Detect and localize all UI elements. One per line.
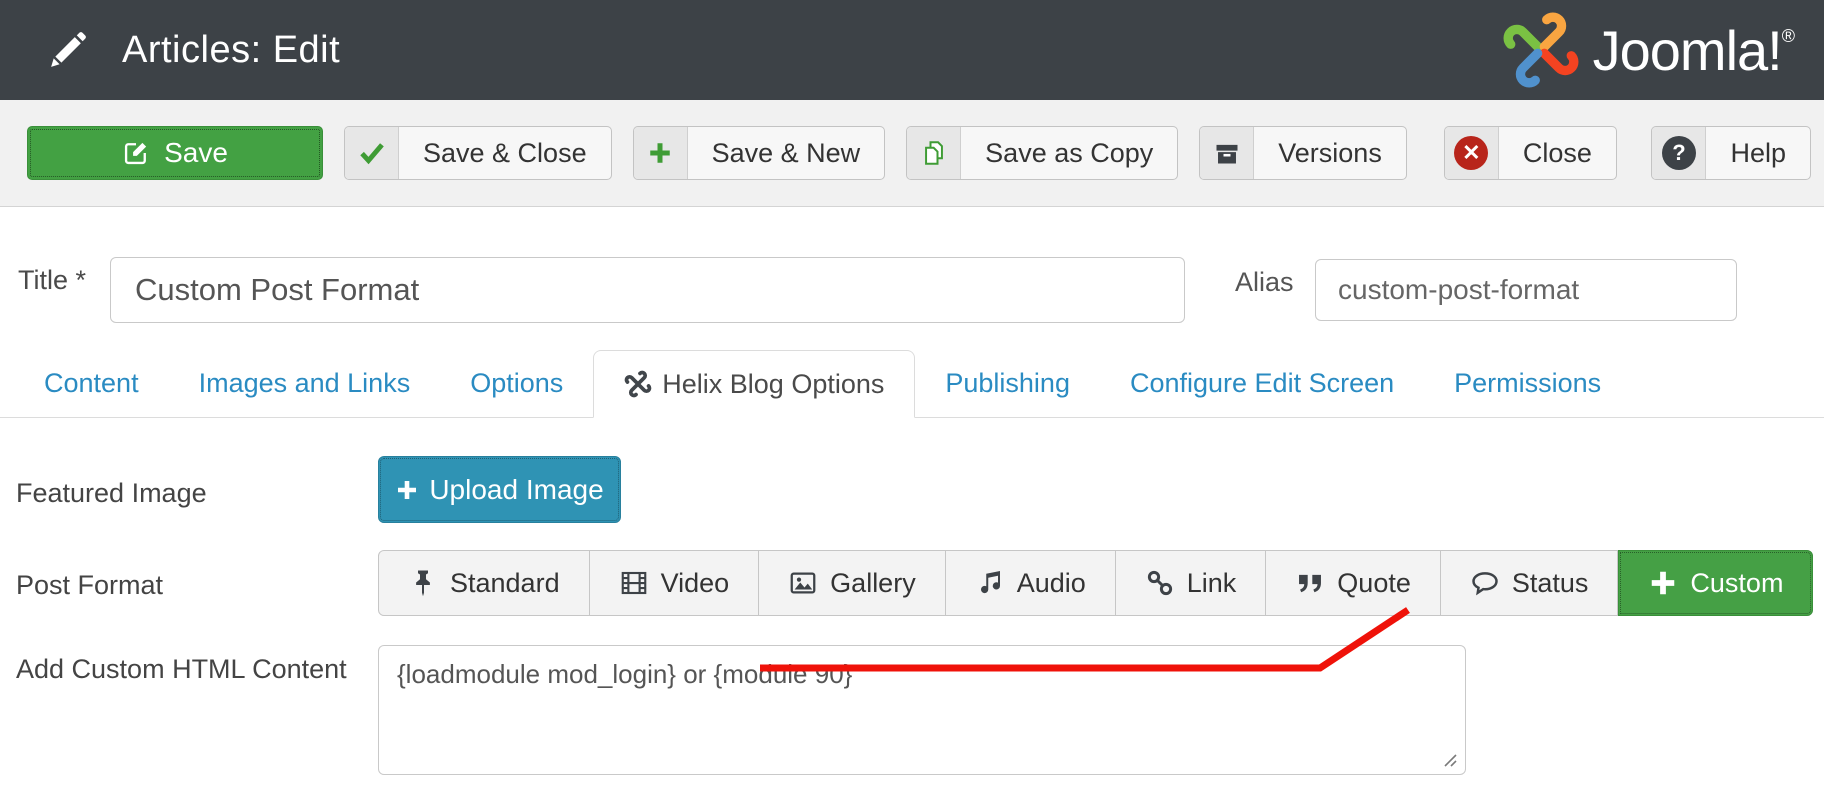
help-label: Help xyxy=(1706,127,1810,179)
format-link-button[interactable]: Link xyxy=(1116,551,1267,615)
helix-icon xyxy=(624,370,652,398)
format-custom-button[interactable]: Custom xyxy=(1618,550,1813,616)
tab-content[interactable]: Content xyxy=(14,350,169,417)
format-video-button[interactable]: Video xyxy=(590,551,760,615)
question-mark-glyph: ? xyxy=(1662,136,1696,170)
format-label: Link xyxy=(1187,568,1237,599)
quote-icon xyxy=(1295,568,1325,598)
versions-label: Versions xyxy=(1254,127,1406,179)
picture-icon xyxy=(788,568,818,598)
music-note-icon xyxy=(975,568,1005,598)
post-format-button-group: Standard Video Gallery Au xyxy=(378,550,1813,616)
post-format-label: Post Format xyxy=(16,570,163,601)
joomla-logo-text: Joomla!® xyxy=(1593,18,1794,83)
format-standard-button[interactable]: Standard xyxy=(379,551,590,615)
registered-mark: ® xyxy=(1782,26,1794,46)
tab-label: Configure Edit Screen xyxy=(1130,368,1394,399)
save-button[interactable]: Save xyxy=(27,126,323,180)
tab-permissions[interactable]: Permissions xyxy=(1424,350,1631,417)
tab-label: Permissions xyxy=(1454,368,1601,399)
chain-link-icon xyxy=(1145,568,1175,598)
copy-icon xyxy=(907,127,961,179)
format-label: Custom xyxy=(1690,568,1783,599)
joomla-logo-icon xyxy=(1501,10,1581,90)
tab-label: Content xyxy=(44,368,139,399)
save-and-new-label: Save & New xyxy=(688,127,885,179)
format-quote-button[interactable]: Quote xyxy=(1266,551,1441,615)
format-label: Quote xyxy=(1337,568,1411,599)
close-x-glyph: ✕ xyxy=(1454,136,1488,170)
tab-label: Images and Links xyxy=(199,368,411,399)
save-as-copy-button[interactable]: Save as Copy xyxy=(906,126,1178,180)
close-icon: ✕ xyxy=(1445,127,1499,179)
format-status-button[interactable]: Status xyxy=(1441,551,1619,615)
custom-html-label: Add Custom HTML Content xyxy=(16,654,347,685)
plus-icon xyxy=(1648,568,1678,598)
page-title: Articles: Edit xyxy=(122,29,340,72)
save-and-new-button[interactable]: Save & New xyxy=(633,126,886,180)
check-icon xyxy=(345,127,399,179)
page-header: Articles: Edit Joomla!® xyxy=(0,0,1824,100)
close-label: Close xyxy=(1499,127,1616,179)
format-label: Gallery xyxy=(830,568,916,599)
save-button-label: Save xyxy=(164,137,228,169)
save-and-close-label: Save & Close xyxy=(399,127,611,179)
tab-publishing[interactable]: Publishing xyxy=(915,350,1100,417)
title-label: Title * xyxy=(18,265,86,296)
format-gallery-button[interactable]: Gallery xyxy=(759,551,946,615)
tab-options[interactable]: Options xyxy=(440,350,593,417)
tab-configure-edit-screen[interactable]: Configure Edit Screen xyxy=(1100,350,1424,417)
tab-label: Publishing xyxy=(945,368,1070,399)
film-icon xyxy=(619,568,649,598)
save-icon xyxy=(122,139,150,167)
tab-helix-blog-options[interactable]: Helix Blog Options xyxy=(593,350,915,418)
joomla-logo: Joomla!® xyxy=(1501,10,1794,90)
tab-images-and-links[interactable]: Images and Links xyxy=(169,350,441,417)
pencil-icon xyxy=(46,28,90,72)
upload-image-label: Upload Image xyxy=(429,474,603,506)
tab-label: Options xyxy=(470,368,563,399)
format-label: Audio xyxy=(1017,568,1086,599)
close-button[interactable]: ✕ Close xyxy=(1444,126,1617,180)
save-and-close-button[interactable]: Save & Close xyxy=(344,126,612,180)
pushpin-icon xyxy=(408,568,438,598)
versions-button[interactable]: Versions xyxy=(1199,126,1407,180)
format-label: Status xyxy=(1512,568,1589,599)
save-as-copy-label: Save as Copy xyxy=(961,127,1177,179)
joomla-article-edit-screen: Articles: Edit Joomla!® Save xyxy=(0,0,1824,786)
help-button[interactable]: ? Help xyxy=(1651,126,1811,180)
title-input[interactable] xyxy=(110,257,1185,323)
alias-input[interactable] xyxy=(1315,259,1737,321)
format-audio-button[interactable]: Audio xyxy=(946,551,1116,615)
speech-bubble-icon xyxy=(1470,568,1500,598)
format-label: Standard xyxy=(450,568,560,599)
plus-icon xyxy=(395,478,419,502)
joomla-wordmark: Joomla! xyxy=(1593,19,1782,82)
archive-icon xyxy=(1200,127,1254,179)
upload-image-button[interactable]: Upload Image xyxy=(378,456,621,523)
format-label: Video xyxy=(661,568,730,599)
featured-image-label: Featured Image xyxy=(16,478,207,509)
plus-icon xyxy=(634,127,688,179)
tab-label: Helix Blog Options xyxy=(662,369,884,400)
custom-html-textarea[interactable]: {loadmodule mod_login} or {module 90} xyxy=(378,645,1466,775)
help-icon: ? xyxy=(1652,127,1706,179)
toolbar: Save Save & Close Save & New Save as Cop… xyxy=(0,100,1824,207)
edit-form: Title * Alias Content Images and Links O… xyxy=(0,207,1824,786)
tab-bar: Content Images and Links Options Helix B… xyxy=(0,350,1824,418)
alias-label: Alias xyxy=(1235,267,1294,298)
